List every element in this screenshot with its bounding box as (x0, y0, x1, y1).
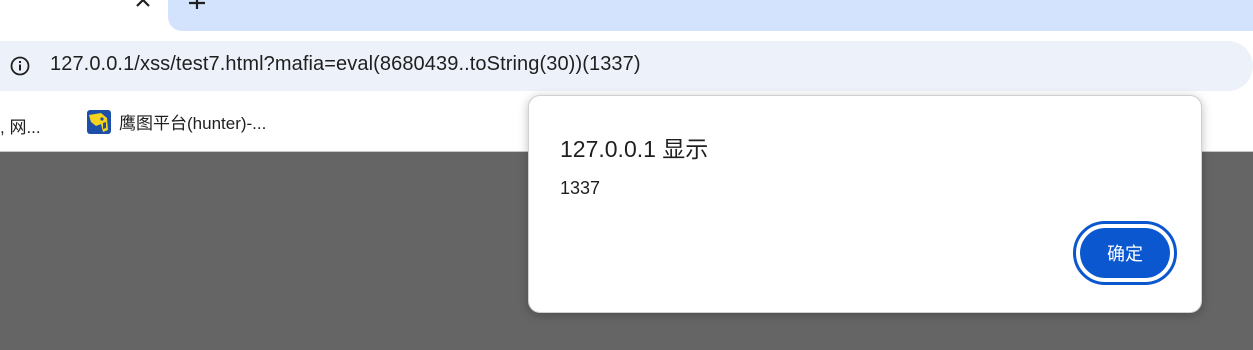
hunter-favicon (87, 109, 111, 134)
info-icon[interactable] (9, 55, 31, 77)
url-text[interactable]: 127.0.0.1/xss/test7.html?mafia=eval(8680… (50, 53, 641, 76)
ok-button[interactable]: 确定 (1080, 228, 1170, 278)
dialog-title: 127.0.0.1 显示 (560, 136, 709, 162)
alert-dialog: 127.0.0.1 显示 1337 确定 (528, 95, 1202, 313)
bookmark-item-hunter[interactable]: 鹰图平台(hunter)-... (87, 109, 266, 134)
plus-icon[interactable] (188, 0, 206, 9)
focus-ring: 确定 (1073, 221, 1177, 285)
tab-strip-background (168, 0, 1253, 31)
dialog-message: 1337 (560, 178, 601, 198)
toolbar: 127.0.0.1/xss/test7.html?mafia=eval(8680… (0, 35, 1253, 97)
tab-strip (0, 0, 1253, 35)
bookmark-label: 鹰图平台(hunter)-... (119, 114, 267, 133)
bookmark-item[interactable]: , 网... (0, 113, 41, 138)
close-icon[interactable] (133, 0, 153, 8)
address-bar[interactable]: 127.0.0.1/xss/test7.html?mafia=eval(8680… (0, 41, 1253, 91)
